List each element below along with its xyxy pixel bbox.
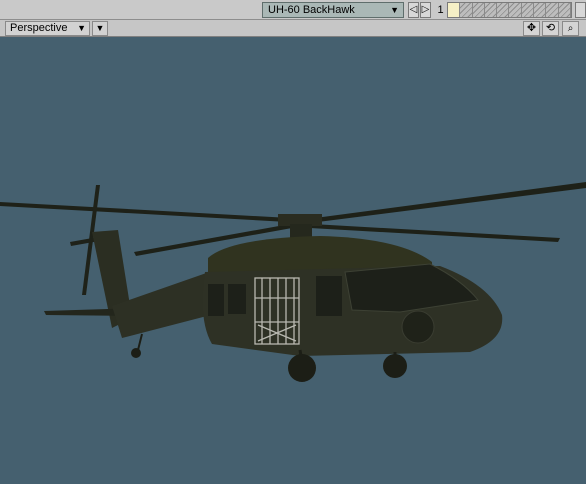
object-selector[interactable]: UH-60 BackHawk ▼	[262, 2, 404, 18]
rotate-view-button[interactable]: ⟲	[542, 21, 559, 36]
layer-strip	[447, 2, 572, 18]
previous-object-button[interactable]: ◁	[408, 2, 419, 18]
rotor-blade	[0, 202, 290, 222]
viewport-header: Perspective ▼ ▼ ✥ ⟲ ⌕	[0, 20, 586, 37]
nose-sensor	[401, 310, 435, 344]
helicopter-model	[0, 182, 586, 382]
perspective-viewport[interactable]	[0, 38, 586, 484]
layer-slot[interactable]	[521, 3, 535, 17]
layer-slot[interactable]	[460, 3, 473, 17]
cabin-window	[316, 276, 342, 316]
chevron-left-icon: ◁	[409, 4, 418, 15]
rotor-blade	[300, 182, 586, 224]
chevron-down-icon: ▼	[95, 23, 105, 33]
main-wheel	[288, 354, 316, 382]
panel-toggle-button[interactable]	[575, 2, 586, 18]
next-object-button[interactable]: ▷	[420, 2, 431, 18]
view-mode-label: Perspective	[10, 22, 68, 34]
frame-number: 1	[437, 4, 444, 16]
zoom-icon: ⌕	[567, 23, 574, 34]
top-toolbar: UH-60 BackHawk ▼ ◁ ▷ 1	[0, 0, 586, 20]
object-name: UH-60 BackHawk	[268, 4, 355, 16]
cabin-window	[228, 284, 246, 314]
move-icon: ✥	[526, 22, 537, 34]
cabin-window	[208, 284, 224, 316]
chevron-down-icon: ▼	[390, 5, 399, 15]
main-wheel	[383, 354, 407, 378]
tail-gear-strut	[137, 333, 143, 351]
layer-slot[interactable]	[484, 3, 498, 17]
tail-wheel	[131, 348, 141, 358]
layer-slot[interactable]	[497, 3, 510, 17]
layer-slot[interactable]	[509, 3, 522, 17]
layer-slot[interactable]	[472, 3, 485, 17]
chevron-down-icon: ▼	[77, 23, 86, 33]
layer-slot[interactable]	[448, 3, 461, 17]
layer-slot[interactable]	[558, 3, 571, 17]
rotate-icon: ⟲	[545, 22, 556, 34]
chevron-right-icon: ▷	[421, 4, 430, 15]
layer-slot[interactable]	[534, 3, 547, 17]
move-view-button[interactable]: ✥	[523, 21, 540, 36]
layer-slot[interactable]	[546, 3, 559, 17]
viewport-menu-button[interactable]: ▼	[92, 21, 108, 36]
view-mode-selector[interactable]: Perspective ▼	[5, 21, 90, 36]
zoom-view-button[interactable]: ⌕	[562, 21, 579, 36]
